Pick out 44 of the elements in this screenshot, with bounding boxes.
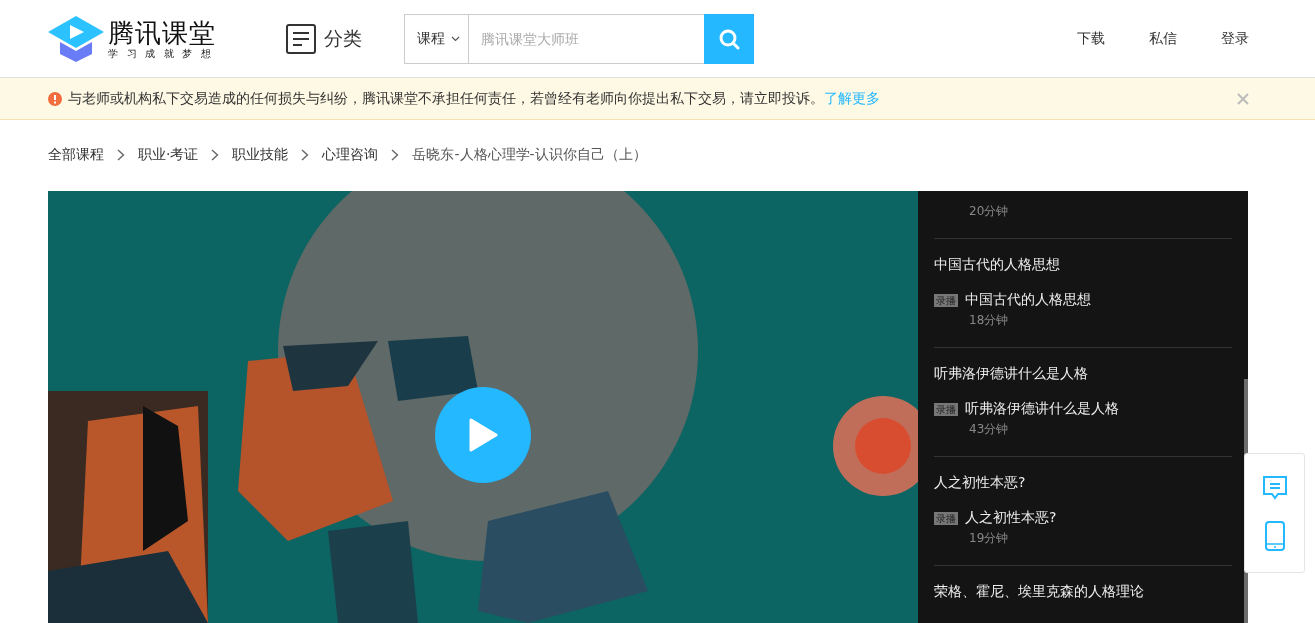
nav-link[interactable]: 下载 <box>1077 29 1105 48</box>
feedback-button[interactable] <box>1261 474 1288 500</box>
breadcrumb-link[interactable]: 岳晓东-人格心理学-认识你自己（上） <box>412 146 647 164</box>
play-icon <box>468 418 498 452</box>
chapter-title: 中国古代的人格思想 <box>934 238 1232 291</box>
replay-tag: 录播 <box>934 293 958 307</box>
chevron-right-icon <box>211 149 220 161</box>
lesson-duration: 20分钟 <box>968 203 1010 220</box>
search-icon <box>718 27 740 50</box>
nav-link[interactable]: 私信 <box>1149 29 1177 48</box>
lesson-link[interactable]: 人之初性本恶? <box>965 509 1057 527</box>
chevron-right-icon <box>301 149 310 161</box>
lesson-duration: 43分钟 <box>968 421 1010 438</box>
chapter-title: 听弗洛伊德讲什么是人格 <box>934 347 1232 400</box>
breadcrumb-link[interactable]: 职业·考证 <box>138 146 199 164</box>
warning-icon <box>48 91 62 106</box>
category-link[interactable]: 分类 <box>324 25 362 52</box>
chevron-right-icon <box>391 149 400 161</box>
lesson-duration: 19分钟 <box>968 530 1010 547</box>
caret-icon <box>451 35 460 42</box>
breadcrumb-link[interactable]: 全部课程 <box>48 146 104 164</box>
lesson-link[interactable]: 听弗洛伊德讲什么是人格 <box>965 400 1119 418</box>
close-icon <box>1237 92 1249 105</box>
close-button[interactable] <box>1235 90 1251 107</box>
breadcrumb-link[interactable]: 心理咨询 <box>322 146 379 164</box>
list-icon <box>286 23 316 54</box>
notice-text: 与老师或机构私下交易造成的任何损失与纠纷，腾讯课堂不承担任何责任，若曾经有老师向你提出私下交易，请立即投诉。了解更多 <box>68 89 880 108</box>
message-icon <box>1261 474 1288 500</box>
chevron-right-icon <box>117 149 125 161</box>
breadcrumb-link[interactable]: 职业技能 <box>232 146 289 164</box>
replay-tag: 录播 <box>934 402 958 416</box>
replay-tag: 录播 <box>934 511 958 525</box>
logo-slogan: 学习成就梦想 <box>108 47 219 60</box>
lesson-link[interactable]: 中国古代的人格思想 <box>965 291 1091 309</box>
phone-icon <box>1263 521 1286 552</box>
lesson-duration: 18分钟 <box>968 312 1010 329</box>
search-field[interactable]: 课程 腾讯课堂大师班 <box>404 13 754 64</box>
chapter-title: 人之初性本恶? <box>934 456 1232 509</box>
mobile-button[interactable] <box>1263 521 1286 552</box>
logo-icon <box>48 15 104 62</box>
logo-title: 腾讯课堂 <box>108 17 217 48</box>
nav-link[interactable]: 登录 <box>1221 29 1249 48</box>
chapter-title: 荣格、霍尼、埃里克森的人格理论 <box>934 565 1232 618</box>
search-button[interactable] <box>704 13 754 64</box>
